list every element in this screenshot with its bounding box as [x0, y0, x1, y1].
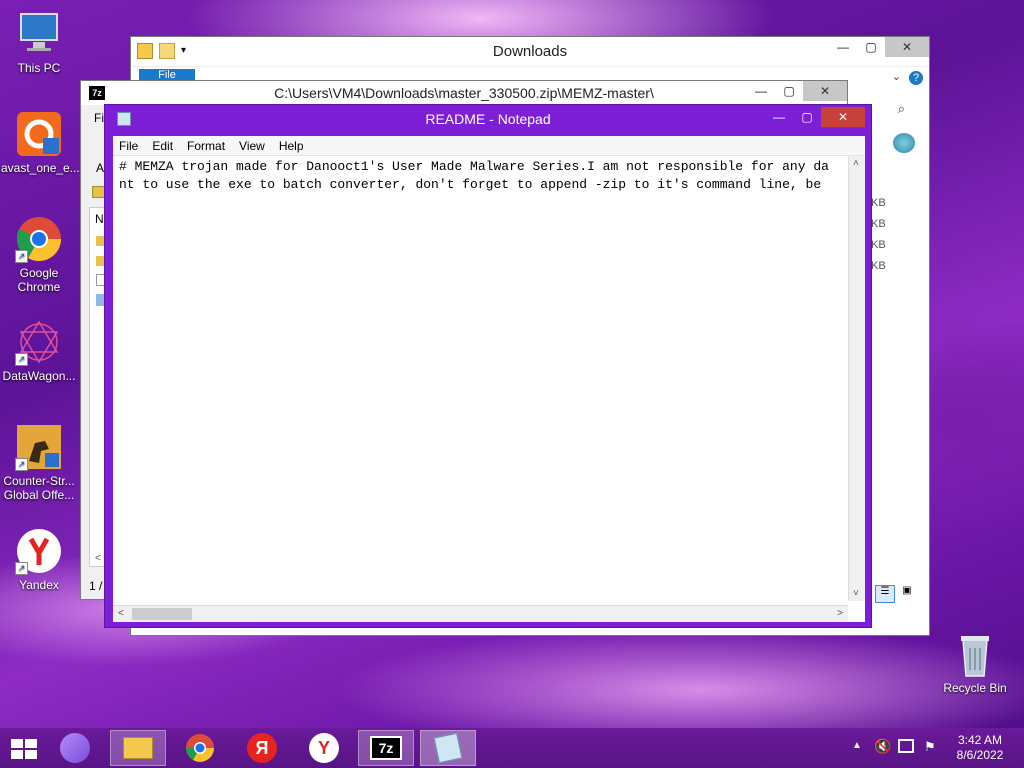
desktop-icon-label: Recycle Bin — [943, 681, 1007, 695]
clock-time: 3:42 AM — [957, 733, 1003, 747]
chevron-down-icon[interactable]: ⌄ — [892, 70, 901, 83]
desktop-icon-label: Counter-Str... Global Offe... — [3, 474, 75, 502]
counter-strike-icon: ↗ — [15, 423, 63, 471]
alice-assistant-button[interactable] — [60, 733, 90, 763]
desktop-icon-chrome[interactable]: ↗ Google Chrome — [1, 215, 77, 294]
chrome-icon: ↗ — [15, 215, 63, 263]
sevenzip-icon: 7z — [370, 736, 402, 760]
desktop-icon-this-pc[interactable]: This PC — [1, 10, 77, 75]
search-icon[interactable]: ⌕ — [898, 101, 905, 117]
taskbar-chrome[interactable] — [172, 730, 228, 766]
desktop-icon-datawagon[interactable]: ↗ DataWagon... — [1, 318, 77, 383]
ribbon-help-button[interactable]: ? — [909, 71, 923, 85]
close-button[interactable]: ✕ — [885, 37, 929, 57]
shortcut-arrow-icon: ↗ — [15, 562, 28, 575]
text-editor[interactable]: # MEMZA trojan made for Danooct1's User … — [113, 156, 848, 601]
close-button[interactable]: ✕ — [821, 107, 865, 127]
action-center-flag-icon[interactable]: ⚑ — [924, 739, 936, 755]
text-line: # MEMZA trojan made for Danooct1's User … — [119, 159, 829, 174]
desktop-icon-csgo[interactable]: ↗ Counter-Str... Global Offe... — [1, 423, 77, 502]
clock-date: 8/6/2022 — [956, 748, 1004, 762]
large-icons-view-button[interactable]: ▣ — [897, 585, 917, 603]
desktop-icon-yandex[interactable]: ↗ Yandex — [1, 527, 77, 592]
desktop-icon-label: DataWagon... — [2, 369, 76, 383]
scrollbar-thumb[interactable] — [132, 608, 192, 620]
notepad-window[interactable]: README - Notepad — ▢ ✕ File Edit Format … — [104, 104, 872, 628]
yandex-browser-icon: Y — [309, 733, 339, 763]
desktop-icon-label: Yandex — [19, 578, 59, 592]
yandex-icon: Я — [247, 733, 277, 763]
column-header-name[interactable]: N — [95, 212, 104, 226]
minimize-button[interactable]: — — [747, 81, 775, 101]
taskbar-explorer[interactable] — [110, 730, 166, 766]
desktop-icon-avast[interactable]: avast_one_e... — [1, 110, 80, 175]
scroll-left-arrow[interactable]: < — [118, 608, 124, 619]
menu-help[interactable]: Help — [279, 139, 304, 153]
size-cell: KB — [871, 260, 886, 272]
minimize-button[interactable]: — — [829, 37, 857, 57]
desktop-icon-label: avast_one_e... — [1, 161, 80, 175]
window-title: C:\Users\VM4\Downloads\master_330500.zip… — [274, 85, 654, 101]
sevenzip-toolbar-add[interactable]: A — [96, 161, 104, 175]
scroll-up-arrow[interactable]: ˄ — [853, 158, 859, 169]
taskbar-yandex[interactable]: Я — [234, 730, 290, 766]
menu-file[interactable]: File — [119, 139, 138, 153]
yandex-browser-icon: ↗ — [15, 527, 63, 575]
shortcut-arrow-icon: ↗ — [15, 353, 28, 366]
maximize-button[interactable]: ▢ — [775, 81, 803, 101]
horizontal-scrollbar[interactable]: < > — [113, 605, 848, 622]
sevenzip-menu-file[interactable]: Fi — [94, 111, 104, 125]
taskbar-notepad[interactable] — [420, 730, 476, 766]
chrome-icon — [186, 734, 214, 762]
desktop-icon-recycle-bin[interactable]: Recycle Bin — [937, 630, 1013, 695]
scroll-right-arrow[interactable]: > — [837, 608, 843, 619]
taskbar: Я Y 7z ▲ 🔇 ⚑ 3:42 AM 8/6/2022 — [0, 728, 1024, 768]
size-cell: KB — [871, 239, 886, 251]
sevenzip-status: 1 / — [89, 579, 103, 593]
sevenzip-titlebar[interactable]: 7z C:\Users\VM4\Downloads\master_330500.… — [81, 81, 847, 105]
recycle-bin-icon — [951, 630, 999, 678]
desktop-icon-label: This PC — [17, 61, 61, 75]
menu-bar: File Edit Format View Help — [113, 136, 865, 156]
text-line: nt to use the exe to batch converter, do… — [119, 177, 822, 192]
show-hidden-icons-button[interactable]: ▲ — [852, 740, 862, 751]
close-button[interactable]: ✕ — [803, 81, 847, 101]
avast-icon — [15, 110, 63, 158]
network-icon[interactable] — [898, 739, 914, 753]
explorer-titlebar[interactable]: ▾ Downloads — ▢ ✕ — [131, 37, 929, 67]
window-title: Downloads — [492, 43, 568, 60]
scroll-down-arrow[interactable]: ˅ — [853, 588, 859, 599]
desktop-icon-label: Google Chrome — [17, 266, 61, 294]
menu-edit[interactable]: Edit — [152, 139, 173, 153]
maximize-button[interactable]: ▢ — [857, 37, 885, 57]
start-button[interactable] — [10, 738, 38, 760]
file-explorer-icon — [123, 737, 153, 759]
datawagon-icon: ↗ — [15, 318, 63, 366]
window-title: README - Notepad — [425, 111, 551, 127]
size-cell: KB — [871, 218, 886, 230]
notepad-client-area: File Edit Format View Help # MEMZA troja… — [113, 136, 865, 622]
volume-muted-icon[interactable]: 🔇 — [874, 738, 891, 755]
scroll-left-arrow[interactable]: < — [95, 553, 101, 564]
size-cell: KB — [871, 197, 886, 209]
vertical-scrollbar[interactable]: ˄ ˅ — [848, 156, 865, 601]
shortcut-arrow-icon: ↗ — [15, 458, 28, 471]
windows-logo-icon — [11, 739, 37, 759]
menu-view[interactable]: View — [239, 139, 265, 153]
shortcut-arrow-icon: ↗ — [15, 250, 28, 263]
clock[interactable]: 3:42 AM 8/6/2022 — [950, 733, 1010, 763]
menu-format[interactable]: Format — [187, 139, 225, 153]
details-view-button[interactable]: ☰ — [875, 585, 895, 603]
computer-icon — [15, 10, 63, 58]
size-column: KB KB KB KB — [871, 193, 886, 277]
notepad-icon — [433, 732, 463, 764]
user-avatar-icon — [893, 133, 915, 153]
taskbar-7zip[interactable]: 7z — [358, 730, 414, 766]
minimize-button[interactable]: — — [765, 107, 793, 127]
maximize-button[interactable]: ▢ — [793, 107, 821, 127]
taskbar-yandex-browser[interactable]: Y — [296, 730, 352, 766]
